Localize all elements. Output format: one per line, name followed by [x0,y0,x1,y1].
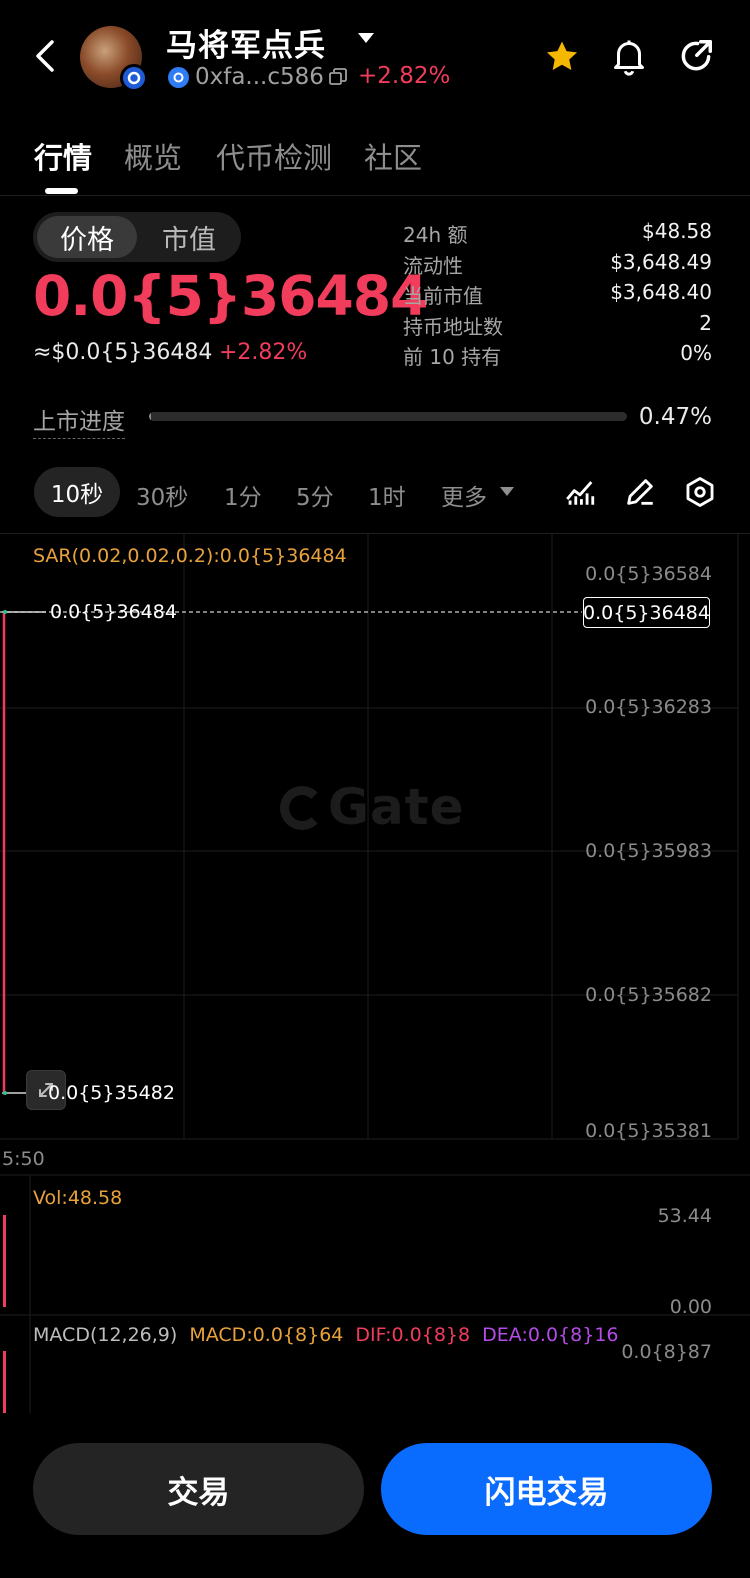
price-mcap-toggle: 价格 市值 [33,212,241,262]
favorite-star-icon[interactable] [543,38,581,76]
listing-progress-value: 0.47% [638,404,712,430]
stat-label-market-cap: 当前市值 [403,284,483,308]
chain-badge-icon [120,64,148,92]
stat-value-24h-volume: $48.58 [642,219,712,243]
gate-watermark: Gate [280,778,465,836]
y-axis-tick: 0.0{5}36584 [585,563,712,585]
tab-market[interactable]: 行情 [34,135,92,177]
listing-progress-label[interactable]: 上市进度 [33,402,125,439]
copy-icon[interactable] [329,68,347,86]
header-price-change: +2.82% [358,63,451,89]
stat-label-holders: 持币地址数 [403,315,503,339]
tab-community[interactable]: 社区 [364,135,422,177]
high-price-label: 0.0{5}36484 [50,601,177,623]
gate-logo-icon [280,786,324,830]
dea-value: DEA:0.0{8}16 [482,1324,619,1346]
macd-axis-max: 0.0{8}87 [621,1341,712,1363]
stat-label-top10: 前 10 持有 [403,345,502,369]
back-icon[interactable] [30,36,64,76]
chain-icon [168,67,189,88]
macd-bar [3,1351,6,1413]
interval-more[interactable]: 更多 [441,478,487,512]
tab-indicator [45,188,78,194]
tabs-divider [0,195,750,196]
tab-token-check[interactable]: 代币检测 [216,135,332,177]
sar-indicator-label[interactable]: SAR(0.02,0.02,0.2):0.0{5}36484 [33,545,347,567]
last-price-tag: 0.0{5}36484 [583,597,710,628]
interval-1h[interactable]: 1时 [368,478,406,512]
volume-axis-zero: 0.00 [669,1296,712,1318]
volume-label: Vol:48.58 [33,1187,123,1209]
macd-indicator-label[interactable]: MACD(12,26,9) MACD:0.0{8}64 DIF:0.0{8}8 … [33,1324,619,1346]
low-price-label: 0.0{5}35482 [48,1082,175,1104]
interval-1m[interactable]: 1分 [224,478,262,512]
y-axis-tick: 0.0{5}35682 [585,984,712,1006]
token-dropdown-icon[interactable] [358,33,374,43]
interval-30s[interactable]: 30秒 [136,478,188,512]
stat-label-liquidity: 流动性 [403,254,463,278]
token-avatar [80,26,148,92]
toggle-price[interactable]: 价格 [37,216,137,258]
x-axis-time: 5:50 [2,1148,45,1170]
y-axis-tick: 0.0{5}35381 [585,1120,712,1142]
toggle-market-cap[interactable]: 市值 [141,216,237,258]
macd-params: MACD(12,26,9) [33,1324,178,1346]
stat-label-24h-volume: 24h 额 [403,223,468,247]
more-caret-icon[interactable] [500,487,514,496]
price-chart[interactable] [0,533,750,1413]
stat-value-top10: 0% [680,341,712,365]
volume-axis-max: 53.44 [657,1205,712,1227]
y-axis-tick: 0.0{5}35983 [585,840,712,862]
watermark-text: Gate [328,778,465,836]
listing-progress-fill [149,412,152,421]
price-usd: ≈$0.0{5}36484 [33,340,213,365]
indicator-icon[interactable] [563,475,597,509]
sar-dot [3,610,7,614]
flash-trade-button[interactable]: 闪电交易 [381,1443,712,1535]
current-price: 0.0{5}36484 [33,264,428,328]
stat-value-market-cap: $3,648.40 [610,280,712,304]
chart-settings-icon[interactable] [683,475,717,509]
price-change: +2.82% [219,340,308,365]
sar-dot [3,1091,7,1095]
y-axis-tick: 0.0{5}36283 [585,696,712,718]
draw-pen-icon[interactable] [623,475,657,509]
trade-button[interactable]: 交易 [33,1443,364,1535]
share-icon[interactable] [677,37,715,75]
stat-value-liquidity: $3,648.49 [610,250,712,274]
tab-overview[interactable]: 概览 [124,135,182,177]
macd-value: MACD:0.0{8}64 [189,1324,344,1346]
listing-progress-bar [149,412,627,421]
bell-icon[interactable] [611,37,647,77]
contract-address: 0xfa...c586 [195,64,324,90]
stat-value-holders: 2 [699,311,712,335]
interval-10s[interactable]: 10秒 [34,467,120,517]
volume-bar [3,1215,6,1307]
interval-5m[interactable]: 5分 [296,478,334,512]
token-name[interactable]: 马将军点兵 [166,20,326,65]
dif-value: DIF:0.0{8}8 [355,1324,471,1346]
